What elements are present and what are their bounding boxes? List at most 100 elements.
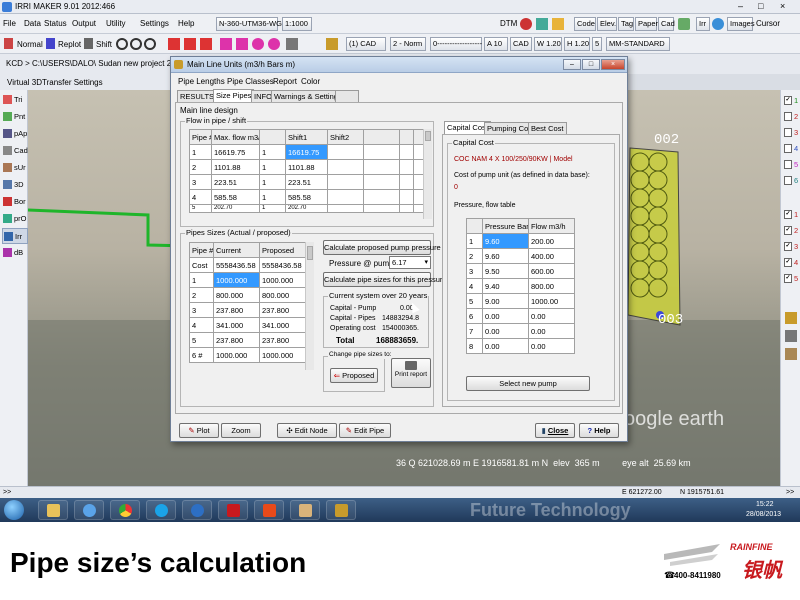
table-cell[interactable]: 1000.000: [213, 347, 260, 363]
zoom-extent-icon[interactable]: [144, 38, 156, 50]
table-cell[interactable]: 5558436.58: [213, 257, 260, 273]
table-cell[interactable]: 223.51: [285, 174, 328, 190]
layer-checkbox[interactable]: [784, 176, 792, 185]
table-cell[interactable]: 1: [466, 233, 483, 249]
table-cell[interactable]: 2: [189, 287, 214, 303]
table-cell[interactable]: 5: [189, 332, 214, 348]
layer-item[interactable]: 2: [783, 110, 800, 124]
taskbar-acrobat[interactable]: [218, 500, 248, 520]
table-row[interactable]: Cost 5558436.58 5558436.58: [189, 257, 306, 273]
table-row[interactable]: 5 202.70 1 202.70: [189, 204, 426, 213]
help-button[interactable]: ? Help: [579, 423, 619, 438]
table-cell[interactable]: [363, 189, 400, 205]
pointer-icon[interactable]: [4, 38, 13, 49]
layer-item[interactable]: ✓ 2: [783, 224, 800, 238]
layer-checkbox[interactable]: ✓: [784, 226, 792, 235]
table-cell[interactable]: 585.58: [211, 189, 260, 205]
table-cell[interactable]: 9.60: [482, 248, 529, 264]
table-cell[interactable]: 1000.00: [528, 293, 575, 309]
layer-checkbox[interactable]: ✓: [784, 258, 792, 267]
table-cell[interactable]: 1101.88: [285, 159, 328, 175]
table-row[interactable]: 3 223.51 1 223.51: [189, 174, 426, 190]
wand-icon[interactable]: [552, 18, 564, 30]
table-row[interactable]: 1 1000.000 1000.000: [189, 272, 306, 288]
menu-file[interactable]: File: [3, 20, 16, 28]
edit-layer-icon[interactable]: [785, 312, 797, 324]
layer-item[interactable]: ✓ 1: [783, 208, 800, 222]
close-app-button[interactable]: ×: [780, 2, 785, 11]
norm-select[interactable]: 2 - Norm: [390, 37, 426, 51]
tool-pro[interactable]: prO: [2, 211, 28, 227]
layer-checkbox[interactable]: ✓: [784, 242, 792, 251]
layer-checkbox[interactable]: [784, 112, 792, 121]
layer-checkbox[interactable]: [784, 144, 792, 153]
taskbar-pdf[interactable]: [254, 500, 284, 520]
cad-button[interactable]: Cad: [658, 17, 675, 31]
images-button[interactable]: Images: [727, 17, 755, 31]
layer-checkbox[interactable]: ✓: [784, 96, 792, 105]
table-cell[interactable]: 200.00: [528, 233, 575, 249]
calculate-pipe-sizes-button[interactable]: Calculate pipe sizes for this pressure: [323, 272, 447, 287]
tag-button[interactable]: Tag: [618, 17, 634, 31]
table-cell[interactable]: [327, 159, 364, 175]
edit-pipe-button[interactable]: ✎ Edit Pipe: [339, 423, 391, 438]
table-cell[interactable]: 237.800: [213, 302, 260, 318]
table-cell[interactable]: 0.00: [482, 338, 529, 354]
table-cell[interactable]: 9.00: [482, 293, 529, 309]
scale-field[interactable]: 1:1000: [282, 17, 312, 31]
layer-checkbox[interactable]: ✓: [784, 210, 792, 219]
shift-tool[interactable]: Shift: [96, 41, 112, 49]
taskbar-skype[interactable]: [146, 500, 176, 520]
tool-3d[interactable]: 3D: [2, 177, 28, 193]
cube-icon[interactable]: [536, 18, 548, 30]
dialog-menu-color[interactable]: Color: [301, 78, 320, 86]
layer-checkbox[interactable]: ✓: [784, 274, 792, 283]
select-new-pump-button[interactable]: Select new pump: [466, 376, 590, 391]
menu-data[interactable]: Data: [24, 20, 41, 28]
table-row[interactable]: 5 9.00 1000.00: [466, 293, 575, 309]
palette-icon[interactable]: [520, 18, 532, 30]
table-cell[interactable]: 202.70: [285, 204, 328, 213]
zoom-out-icon[interactable]: [130, 38, 142, 50]
taskbar-irri[interactable]: [326, 500, 356, 520]
table-cell[interactable]: [327, 204, 364, 213]
close-button[interactable]: ▮ Close: [535, 423, 575, 438]
tool-sur[interactable]: sUr: [2, 160, 28, 176]
table-cell[interactable]: 1000.000: [259, 347, 306, 363]
layer-item[interactable]: ✓ 5: [783, 272, 800, 286]
menu-settings[interactable]: Settings: [140, 20, 169, 28]
table-cell[interactable]: 585.58: [285, 189, 328, 205]
plot-button[interactable]: ✎ Plot: [179, 423, 219, 438]
tab-warnings-settings[interactable]: Warnings & Settings: [271, 90, 345, 102]
edit-node-button[interactable]: ✣ Edit Node: [277, 423, 337, 438]
table-row[interactable]: 5 237.800 237.800: [189, 332, 306, 348]
table-cell[interactable]: 4: [189, 189, 212, 205]
tool-irr[interactable]: Irr: [2, 228, 28, 244]
tab-results[interactable]: RESULTS: [177, 90, 218, 102]
table-row[interactable]: 6 0.00 0.00: [466, 308, 575, 324]
table-cell[interactable]: 800.00: [528, 278, 575, 294]
irr-button[interactable]: Irr: [696, 17, 710, 31]
proposed-button[interactable]: ⇐ Proposed: [330, 368, 378, 383]
elev-button[interactable]: Elev.: [597, 17, 617, 31]
normal-tool[interactable]: Normal: [17, 41, 43, 49]
style-select[interactable]: MM-STANDARD: [606, 37, 670, 51]
table-cell[interactable]: 1000.000: [259, 272, 306, 288]
table-cell[interactable]: [363, 144, 400, 160]
flow-table-scrollbar[interactable]: [423, 129, 432, 219]
table-cell[interactable]: Cost: [189, 257, 214, 273]
zoom-button[interactable]: Zoom: [221, 423, 261, 438]
dialog-menu-pipe-lengths[interactable]: Pipe Lengths: [178, 78, 225, 86]
table-cell[interactable]: [363, 159, 400, 175]
number-field[interactable]: 5: [592, 37, 602, 51]
table-row[interactable]: 2 1101.88 1 1101.88: [189, 159, 426, 175]
menu-status[interactable]: Status: [44, 20, 67, 28]
table-cell[interactable]: 237.800: [213, 332, 260, 348]
layer-item[interactable]: 3: [783, 126, 800, 140]
table-cell[interactable]: 9.60: [482, 233, 529, 249]
scroll-thumb[interactable]: [425, 131, 431, 141]
menu-utility[interactable]: Utility: [106, 20, 126, 28]
table-cell[interactable]: 5: [189, 204, 212, 213]
table-cell[interactable]: 1: [259, 144, 286, 160]
scroll-thumb[interactable]: [307, 246, 313, 260]
